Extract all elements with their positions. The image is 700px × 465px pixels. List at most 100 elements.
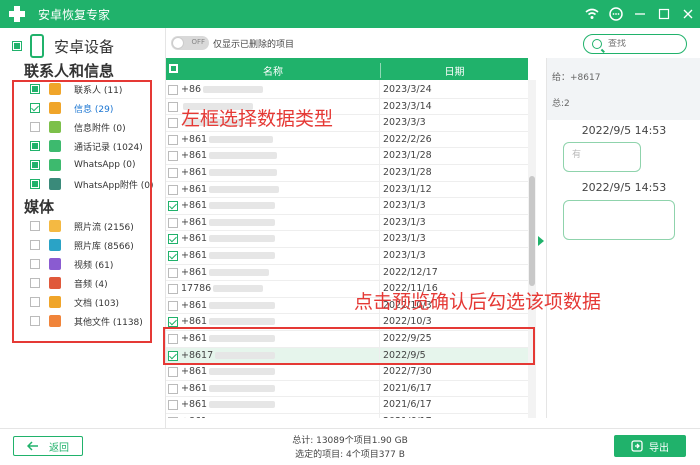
row-checkbox[interactable] <box>168 417 178 418</box>
table-row[interactable]: +861 2023/1/28 <box>166 165 528 182</box>
table-row[interactable]: +861 2023/1/12 <box>166 182 528 199</box>
toggle-state: OFF <box>191 38 205 46</box>
app-title: 安卓恢复专家 <box>38 7 111 22</box>
app-logo-icon <box>8 5 26 23</box>
row-name-cell: +861 <box>181 250 276 261</box>
message-time: 2022/9/5 14:53 <box>581 124 667 137</box>
table-row[interactable]: +861 2023/1/3 <box>166 215 528 232</box>
collapse-preview-icon[interactable] <box>538 236 544 246</box>
section-contacts-title: 联系人和信息 <box>24 62 115 80</box>
footer-divider <box>0 428 700 429</box>
device-checkbox[interactable] <box>12 41 22 51</box>
row-date: 2022/10/3 <box>383 316 432 328</box>
export-button-label: 导出 <box>649 442 669 454</box>
table-row[interactable]: +861 2023/1/28 <box>166 148 528 165</box>
annotation-left-text: 左框选择数据类型 <box>181 108 334 130</box>
table-row[interactable]: +861 2022/2/26 <box>166 132 528 149</box>
row-checkbox[interactable] <box>168 201 178 212</box>
row-checkbox[interactable] <box>168 383 178 394</box>
row-date: 2021/6/17 <box>383 382 432 394</box>
row-name-cell: 17786 <box>181 283 264 295</box>
blurred-number <box>209 185 280 193</box>
column-header-name[interactable]: 名称 <box>166 63 380 78</box>
row-checkbox[interactable] <box>168 101 178 112</box>
wifi-icon[interactable] <box>580 0 604 28</box>
row-checkbox[interactable] <box>168 168 178 178</box>
blurred-number <box>209 169 278 176</box>
table-row[interactable]: +861 2021/6/17 <box>166 397 528 414</box>
export-icon <box>631 440 643 452</box>
row-checkbox[interactable] <box>168 284 178 295</box>
row-date: 2023/1/3 <box>383 216 426 228</box>
blurred-number <box>203 86 264 93</box>
row-date: 2021/6/17 <box>383 399 432 411</box>
row-date: 2023/1/28 <box>383 167 432 178</box>
device-label: 安卓设备 <box>54 37 115 56</box>
row-name-cell: +861 <box>181 399 276 410</box>
row-name-cell: +861 <box>181 150 278 161</box>
row-name: +861 <box>181 200 208 212</box>
row-name: +861 <box>181 250 208 261</box>
search-box[interactable] <box>583 34 687 54</box>
minimize-icon[interactable] <box>628 0 652 28</box>
row-name-cell: +86 <box>181 84 264 95</box>
preview-header: 给：+8617 总:2 <box>547 58 700 120</box>
row-date: 2023/1/3 <box>383 233 426 245</box>
row-checkbox[interactable] <box>168 234 178 245</box>
blurred-number <box>209 318 276 326</box>
row-checkbox[interactable] <box>168 267 178 278</box>
title-bar: 安卓恢复专家 <box>0 0 700 28</box>
row-name: +861 <box>181 266 208 278</box>
row-name: +861 <box>181 216 208 228</box>
table-row[interactable]: +861 2023/1/3 <box>166 248 528 265</box>
row-name-cell: +861 <box>181 383 276 394</box>
row-checkbox[interactable] <box>168 151 178 162</box>
search-input[interactable] <box>608 39 678 49</box>
blurred-number <box>209 218 276 226</box>
table-row[interactable]: +861 2021/6/17 <box>166 414 528 418</box>
table-row[interactable]: +861 2023/1/3 <box>166 198 528 215</box>
message-time: 2022/9/5 14:53 <box>581 181 667 194</box>
row-name: +861 <box>181 133 208 145</box>
table-row[interactable]: +861 2021/6/17 <box>166 381 528 398</box>
preview-recipient: 给：+8617 <box>552 73 601 83</box>
row-name: +861 <box>181 316 208 328</box>
row-checkbox[interactable] <box>168 85 178 95</box>
table-scrollbar-thumb[interactable] <box>529 176 535 286</box>
row-name: +861 <box>181 183 208 195</box>
row-checkbox[interactable] <box>168 367 178 378</box>
row-checkbox[interactable] <box>168 118 178 129</box>
blurred-number <box>209 152 278 160</box>
column-header-date[interactable]: 日期 <box>380 63 528 78</box>
row-checkbox[interactable] <box>168 400 178 411</box>
row-name-cell: +861 <box>181 200 276 212</box>
export-button[interactable]: 导出 <box>614 435 686 457</box>
chat-icon[interactable] <box>604 0 628 28</box>
table-row[interactable]: +861 2023/1/3 <box>166 231 528 248</box>
close-icon[interactable] <box>676 0 700 28</box>
message-text: 有 <box>572 150 582 160</box>
table-row[interactable]: +861 2022/7/30 <box>166 364 528 381</box>
row-checkbox[interactable] <box>168 251 178 261</box>
row-name-cell: +861 <box>181 416 275 418</box>
device-row[interactable]: 安卓设备 <box>12 34 114 58</box>
row-date: 2023/3/24 <box>383 84 432 95</box>
row-checkbox[interactable] <box>168 217 178 228</box>
restore-icon[interactable] <box>652 0 676 28</box>
table-row[interactable]: +86 2023/3/24 <box>166 82 528 99</box>
row-name-cell: +861 <box>181 183 280 195</box>
blurred-number <box>209 135 274 143</box>
row-checkbox[interactable] <box>168 134 178 145</box>
row-checkbox[interactable] <box>168 300 178 311</box>
row-checkbox[interactable] <box>168 184 178 195</box>
message-bubble <box>563 200 675 240</box>
row-name-cell: +861 <box>181 167 278 178</box>
deleted-only-toggle[interactable]: OFF <box>171 36 209 50</box>
table-row[interactable]: +861 2022/12/17 <box>166 265 528 282</box>
row-name: 17786 <box>181 283 212 295</box>
annotation-box-row <box>163 327 535 365</box>
row-name: +86 <box>181 84 202 95</box>
row-checkbox[interactable] <box>168 317 178 328</box>
blurred-number <box>209 268 270 276</box>
search-icon <box>592 39 602 49</box>
